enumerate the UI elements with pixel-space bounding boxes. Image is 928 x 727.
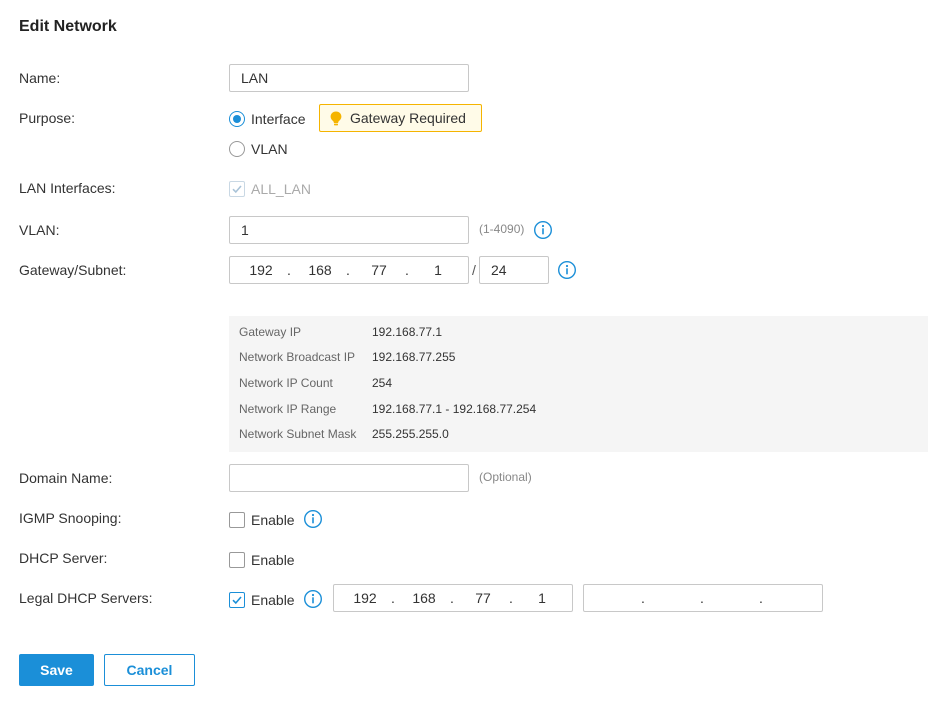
- octet-separator: .: [405, 262, 409, 278]
- all-lan-checkbox[interactable]: [229, 181, 245, 197]
- legal-dhcp-ip2-octet-3[interactable]: [715, 585, 751, 611]
- purpose-vlan-radio[interactable]: [229, 141, 245, 157]
- domain-name-input[interactable]: [229, 464, 469, 492]
- igmp-snooping-label: IGMP Snooping:: [19, 510, 122, 526]
- legal-dhcp-ip1-octet-3[interactable]: 77: [465, 585, 501, 611]
- domain-optional-hint: (Optional): [479, 470, 532, 484]
- legal-dhcp-ip2-input[interactable]: . . .: [583, 584, 823, 612]
- page-title: Edit Network: [19, 18, 117, 35]
- vlan-input[interactable]: 1: [229, 216, 469, 244]
- octet-separator: .: [287, 262, 291, 278]
- octet-separator: .: [509, 590, 513, 606]
- check-icon: [232, 185, 242, 194]
- igmp-info-icon[interactable]: [303, 509, 323, 529]
- legal-dhcp-checkbox[interactable]: [229, 592, 245, 608]
- lan-interfaces-label: LAN Interfaces:: [19, 180, 116, 196]
- octet-separator: .: [759, 590, 763, 606]
- ip-range-value: 192.168.77.1 - 192.168.77.254: [372, 402, 537, 416]
- purpose-interface-label[interactable]: Interface: [251, 111, 305, 127]
- octet-separator: .: [346, 262, 350, 278]
- gateway-octet-4[interactable]: 1: [420, 257, 456, 283]
- legal-dhcp-ip2-octet-1[interactable]: [597, 585, 633, 611]
- ip-range-label: Network IP Range: [239, 402, 337, 416]
- gateway-ip-label: Gateway IP: [239, 325, 302, 339]
- dhcp-server-checkbox[interactable]: [229, 552, 245, 568]
- dhcp-enable-label[interactable]: Enable: [251, 552, 295, 568]
- legal-dhcp-ip1-octet-4[interactable]: 1: [524, 585, 560, 611]
- gateway-octet-2[interactable]: 168: [302, 257, 338, 283]
- gateway-info-icon[interactable]: [557, 260, 577, 280]
- purpose-vlan-label[interactable]: VLAN: [251, 141, 288, 157]
- octet-separator: .: [450, 590, 454, 606]
- vlan-label: VLAN:: [19, 222, 60, 238]
- gateway-octet-3[interactable]: 77: [361, 257, 397, 283]
- purpose-label: Purpose:: [19, 110, 76, 126]
- lightbulb-icon: [330, 111, 342, 126]
- check-icon: [232, 596, 242, 605]
- domain-name-label: Domain Name:: [19, 470, 113, 486]
- igmp-snooping-checkbox[interactable]: [229, 512, 245, 528]
- octet-separator: .: [391, 590, 395, 606]
- octet-separator: .: [641, 590, 645, 606]
- legal-dhcp-info-icon[interactable]: [303, 589, 323, 609]
- legal-dhcp-ip1-input[interactable]: 192 . 168 . 77 . 1: [333, 584, 573, 612]
- gateway-ip-value: 192.168.77.1: [372, 325, 443, 339]
- gateway-required-badge: Gateway Required: [319, 104, 482, 132]
- gateway-octet-1[interactable]: 192: [243, 257, 279, 283]
- ip-count-label: Network IP Count: [239, 376, 333, 390]
- vlan-range-hint: (1-4090): [479, 222, 525, 236]
- network-info-panel: Gateway IP 192.168.77.1 Network Broadcas…: [229, 316, 928, 452]
- legal-dhcp-ip2-octet-2[interactable]: [656, 585, 692, 611]
- all-lan-label: ALL_LAN: [251, 181, 311, 197]
- dhcp-server-label: DHCP Server:: [19, 550, 108, 566]
- subnet-mask-input[interactable]: 24: [479, 256, 549, 284]
- legal-dhcp-label: Legal DHCP Servers:: [19, 590, 153, 606]
- save-button[interactable]: Save: [19, 654, 94, 686]
- broadcast-ip-label: Network Broadcast IP: [239, 350, 356, 364]
- subnet-slash: /: [472, 262, 476, 278]
- ip-count-value: 254: [372, 376, 393, 390]
- purpose-interface-radio[interactable]: [229, 111, 245, 127]
- legal-dhcp-ip2-octet-4[interactable]: [774, 585, 810, 611]
- legal-dhcp-ip1-octet-2[interactable]: 168: [406, 585, 442, 611]
- subnet-mask-label: Network Subnet Mask: [239, 427, 357, 441]
- gateway-required-text: Gateway Required: [350, 110, 466, 126]
- legal-dhcp-ip1-octet-1[interactable]: 192: [347, 585, 383, 611]
- octet-separator: .: [700, 590, 704, 606]
- legal-dhcp-enable-label[interactable]: Enable: [251, 592, 295, 608]
- subnet-mask-value: 255.255.255.0: [372, 427, 449, 441]
- gateway-ip-input[interactable]: 192 . 168 . 77 . 1: [229, 256, 469, 284]
- igmp-enable-label[interactable]: Enable: [251, 512, 295, 528]
- broadcast-ip-value: 192.168.77.255: [372, 350, 456, 364]
- name-input[interactable]: LAN: [229, 64, 469, 92]
- vlan-info-icon[interactable]: [533, 220, 553, 240]
- name-label: Name:: [19, 70, 61, 86]
- cancel-button[interactable]: Cancel: [104, 654, 195, 686]
- gateway-subnet-label: Gateway/Subnet:: [19, 262, 127, 278]
